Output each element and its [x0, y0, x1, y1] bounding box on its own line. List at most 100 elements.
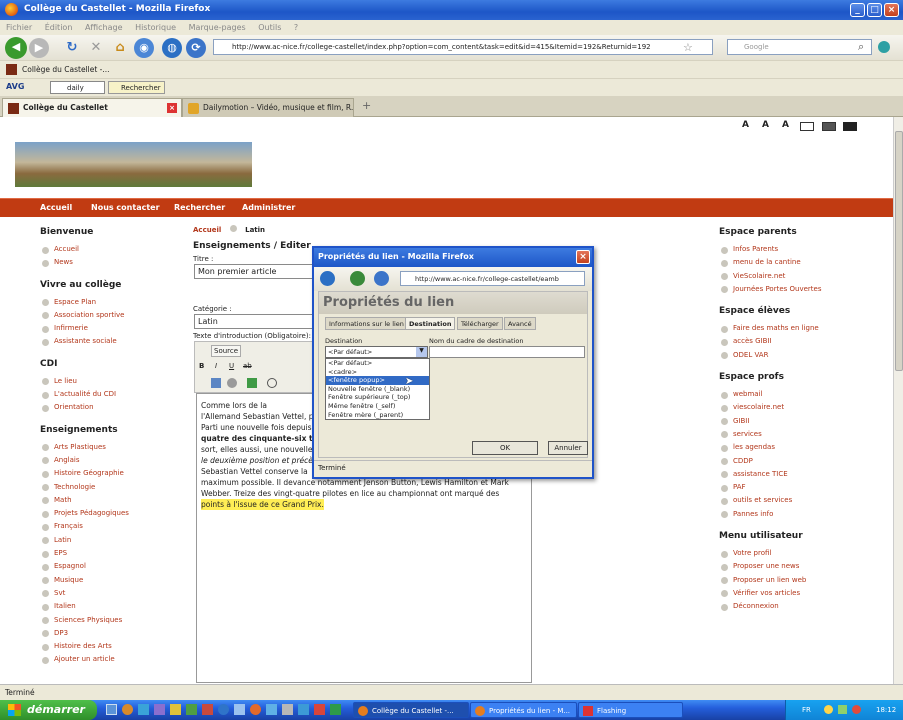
globe-icon[interactable]: ◍ — [162, 38, 182, 58]
menu-link[interactable]: les agendas — [719, 441, 879, 454]
tab-download[interactable]: Télécharger — [457, 317, 503, 330]
option-item[interactable]: Fenêtre mère (_parent) — [326, 411, 429, 420]
quicklaunch-icon[interactable] — [154, 704, 165, 715]
menu-link[interactable]: News — [40, 256, 190, 269]
menu-help[interactable]: ? — [294, 23, 298, 32]
menu-view[interactable]: Affichage — [85, 23, 123, 32]
breadcrumb-home[interactable]: Accueil — [193, 226, 221, 234]
menu-tools[interactable]: Outils — [258, 23, 281, 32]
font-size-small[interactable]: A — [742, 120, 749, 130]
home-icon[interactable]: ⌂ — [110, 38, 130, 58]
cancel-button[interactable]: Annuler — [548, 441, 588, 455]
menu-link[interactable]: Arts Plastiques — [40, 441, 190, 454]
layout-wide-icon[interactable] — [822, 122, 836, 131]
menu-link[interactable]: DP3 — [40, 627, 190, 640]
menu-history[interactable]: Historique — [135, 23, 176, 32]
dialog-url-field[interactable]: http://www.ac-nice.fr/college-castellet/… — [400, 271, 585, 286]
dialog-addon-icon[interactable] — [320, 271, 335, 286]
tab-close-icon[interactable]: × — [167, 103, 177, 113]
menu-link[interactable]: Orientation — [40, 401, 190, 414]
menu-link[interactable]: viescolaire.net — [719, 401, 879, 414]
dropdown-arrow-icon[interactable]: ▼ — [416, 347, 427, 357]
menu-link[interactable]: Svt — [40, 587, 190, 600]
menu-link[interactable]: Histoire des Arts — [40, 640, 190, 653]
quicklaunch-icon[interactable] — [138, 704, 149, 715]
back-button[interactable]: ◀ — [5, 37, 27, 59]
menu-link[interactable]: assistance TICE — [719, 468, 879, 481]
menu-link[interactable]: menu de la cantine — [719, 256, 879, 269]
menu-link[interactable]: Histoire Géographie — [40, 467, 190, 480]
menu-link[interactable]: Technologie — [40, 481, 190, 494]
menu-link[interactable]: Musique — [40, 574, 190, 587]
menu-link[interactable]: outils et services — [719, 494, 879, 507]
tab-dailymotion[interactable]: Dailymotion – Vidéo, musique et film, R.… — [182, 98, 354, 117]
bold-button[interactable]: B — [199, 362, 204, 370]
menu-link[interactable]: services — [719, 428, 879, 441]
font-size-large[interactable]: A — [782, 120, 789, 130]
start-button[interactable]: démarrer — [0, 700, 97, 720]
menu-link[interactable]: Italien — [40, 600, 190, 613]
menu-link[interactable]: accès GIBII — [719, 335, 879, 348]
nav-contact[interactable]: Nous contacter — [91, 203, 160, 212]
maximize-button[interactable]: □ — [867, 3, 882, 17]
quicklaunch-icon[interactable] — [186, 704, 197, 715]
quicklaunch-icon[interactable] — [218, 704, 229, 715]
bookmark-item[interactable]: Collège du Castellet -... — [22, 65, 110, 74]
menu-link[interactable]: Proposer une news — [719, 560, 879, 573]
layout-full-icon[interactable] — [843, 122, 857, 131]
quicklaunch-icon[interactable] — [250, 704, 261, 715]
new-tab-icon[interactable]: + — [362, 99, 371, 112]
dialog-close-button[interactable]: × — [576, 250, 590, 264]
menu-link[interactable]: Association sportive — [40, 309, 190, 322]
quicklaunch-icon[interactable] — [122, 704, 133, 715]
tray-icon[interactable] — [838, 705, 847, 714]
image-icon[interactable] — [247, 378, 257, 388]
source-button[interactable]: Source — [211, 345, 242, 357]
anchor-icon[interactable] — [227, 378, 237, 388]
layout-narrow-icon[interactable] — [800, 122, 814, 131]
title-field[interactable]: Mon premier article — [194, 264, 314, 279]
quicklaunch-icon[interactable] — [282, 704, 293, 715]
quicklaunch-icon[interactable] — [330, 704, 341, 715]
menu-file[interactable]: Fichier — [6, 23, 32, 32]
star-icon[interactable]: ☆ — [683, 41, 693, 54]
frame-name-input[interactable] — [429, 346, 585, 358]
menu-link[interactable]: Vérifier vos articles — [719, 587, 879, 600]
page-scrollbar[interactable] — [893, 117, 903, 684]
menu-link[interactable]: Proposer un lien web — [719, 574, 879, 587]
quicklaunch-icon[interactable] — [266, 704, 277, 715]
scrollbar-thumb[interactable] — [895, 131, 903, 371]
taskbar-item-flashing[interactable]: Flashing — [578, 702, 683, 718]
menu-link[interactable]: Pannes info — [719, 508, 879, 521]
tray-icon[interactable] — [852, 705, 861, 714]
menu-link[interactable]: GIBII — [719, 415, 879, 428]
menu-link[interactable]: EPS — [40, 547, 190, 560]
menu-link[interactable]: Sciences Physiques — [40, 614, 190, 627]
menu-bookmarks[interactable]: Marque-pages — [189, 23, 246, 32]
tab-destination[interactable]: Destination — [405, 317, 456, 330]
table-icon[interactable] — [211, 378, 221, 388]
close-button[interactable]: × — [884, 3, 899, 17]
menu-link[interactable]: Anglais — [40, 454, 190, 467]
menu-link[interactable]: CDDP — [719, 455, 879, 468]
menu-link[interactable]: Votre profil — [719, 547, 879, 560]
underline-button[interactable]: U — [229, 362, 234, 370]
menu-link[interactable]: Français — [40, 520, 190, 533]
minimize-button[interactable]: _ — [850, 3, 865, 17]
nav-accueil[interactable]: Accueil — [40, 203, 72, 212]
italic-button[interactable]: I — [215, 362, 217, 370]
nav-search[interactable]: Rechercher — [174, 203, 225, 212]
quicklaunch-icon[interactable] — [202, 704, 213, 715]
menu-link[interactable]: L'actualité du CDI — [40, 388, 190, 401]
menu-link[interactable]: webmail — [719, 388, 879, 401]
strike-button[interactable]: ab — [243, 362, 252, 370]
search-icon[interactable]: ⌕ — [858, 40, 864, 54]
option-item[interactable]: Même fenêtre (_self) — [326, 402, 429, 411]
menu-link[interactable]: Journées Portes Ouvertes — [719, 283, 879, 296]
destination-select[interactable]: <Par défaut> ▼ — [325, 346, 428, 358]
url-field[interactable]: http://www.ac-nice.fr/college-castellet/… — [213, 39, 713, 55]
menu-link[interactable]: Projets Pédagogiques — [40, 507, 190, 520]
option-item[interactable]: <Par défaut> — [326, 359, 429, 368]
search-input[interactable]: Google — [727, 39, 872, 55]
menu-link[interactable]: Infos Parents — [719, 243, 879, 256]
